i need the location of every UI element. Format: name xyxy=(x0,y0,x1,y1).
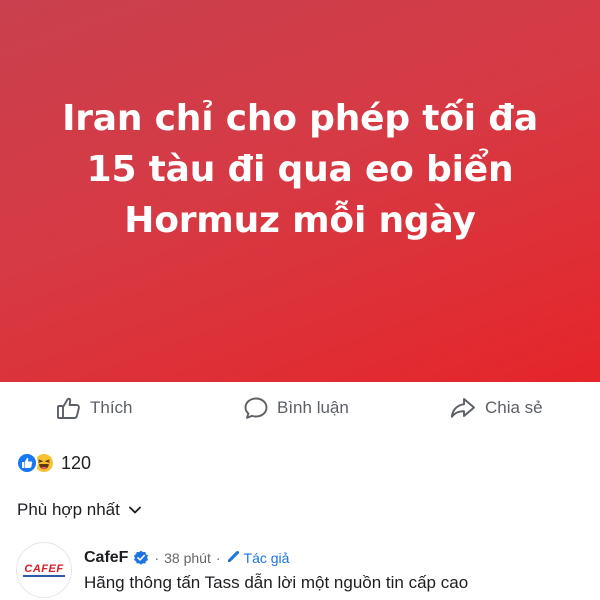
speech-bubble-icon xyxy=(243,396,269,420)
comment-author[interactable]: CafeF xyxy=(84,549,128,567)
post-title: Iran chỉ cho phép tối đa 15 tàu đi qua e… xyxy=(62,97,538,241)
author-badge: Tác giả xyxy=(226,549,290,567)
like-reaction-icon xyxy=(16,452,38,474)
like-button[interactable]: Thích xyxy=(56,382,133,434)
cafef-logo: CAFEF xyxy=(23,562,65,577)
comment-button[interactable]: Bình luận xyxy=(243,382,349,434)
sort-label: Phù hợp nhất xyxy=(17,500,120,519)
comment-text: Hãng thông tấn Tass dẫn lời một nguồn ti… xyxy=(84,573,469,592)
comment-header: CafeF · 38 phút · Tác giả xyxy=(84,548,289,568)
chevron-down-icon xyxy=(128,500,142,520)
screen: Iran chỉ cho phép tối đa 15 tàu đi qua e… xyxy=(0,0,600,600)
post-banner[interactable]: Iran chỉ cho phép tối đa 15 tàu đi qua e… xyxy=(0,0,600,382)
share-arrow-icon xyxy=(449,396,477,420)
comment-sort-dropdown[interactable]: Phù hợp nhất xyxy=(17,497,142,523)
post-action-bar: Thích Bình luận Chia sẻ xyxy=(0,382,600,434)
meta-separator-2: · xyxy=(215,550,221,566)
meta-separator: · xyxy=(154,550,160,566)
comment-label: Bình luận xyxy=(277,398,349,417)
author-badge-label: Tác giả xyxy=(243,550,290,566)
reaction-summary[interactable]: 120 xyxy=(16,450,91,476)
verified-badge-icon xyxy=(133,550,149,566)
reaction-count: 120 xyxy=(61,452,92,473)
share-label: Chia sẻ xyxy=(485,398,543,417)
comment-timestamp[interactable]: 38 phút xyxy=(164,550,211,566)
share-button[interactable]: Chia sẻ xyxy=(449,382,543,434)
comment-item: CAFEF CafeF · 38 phút · Tác giả Hãng thô… xyxy=(16,542,600,600)
thumbs-up-icon xyxy=(56,396,82,420)
like-label: Thích xyxy=(90,398,133,417)
avatar[interactable]: CAFEF xyxy=(16,542,72,598)
pencil-icon xyxy=(226,549,241,567)
